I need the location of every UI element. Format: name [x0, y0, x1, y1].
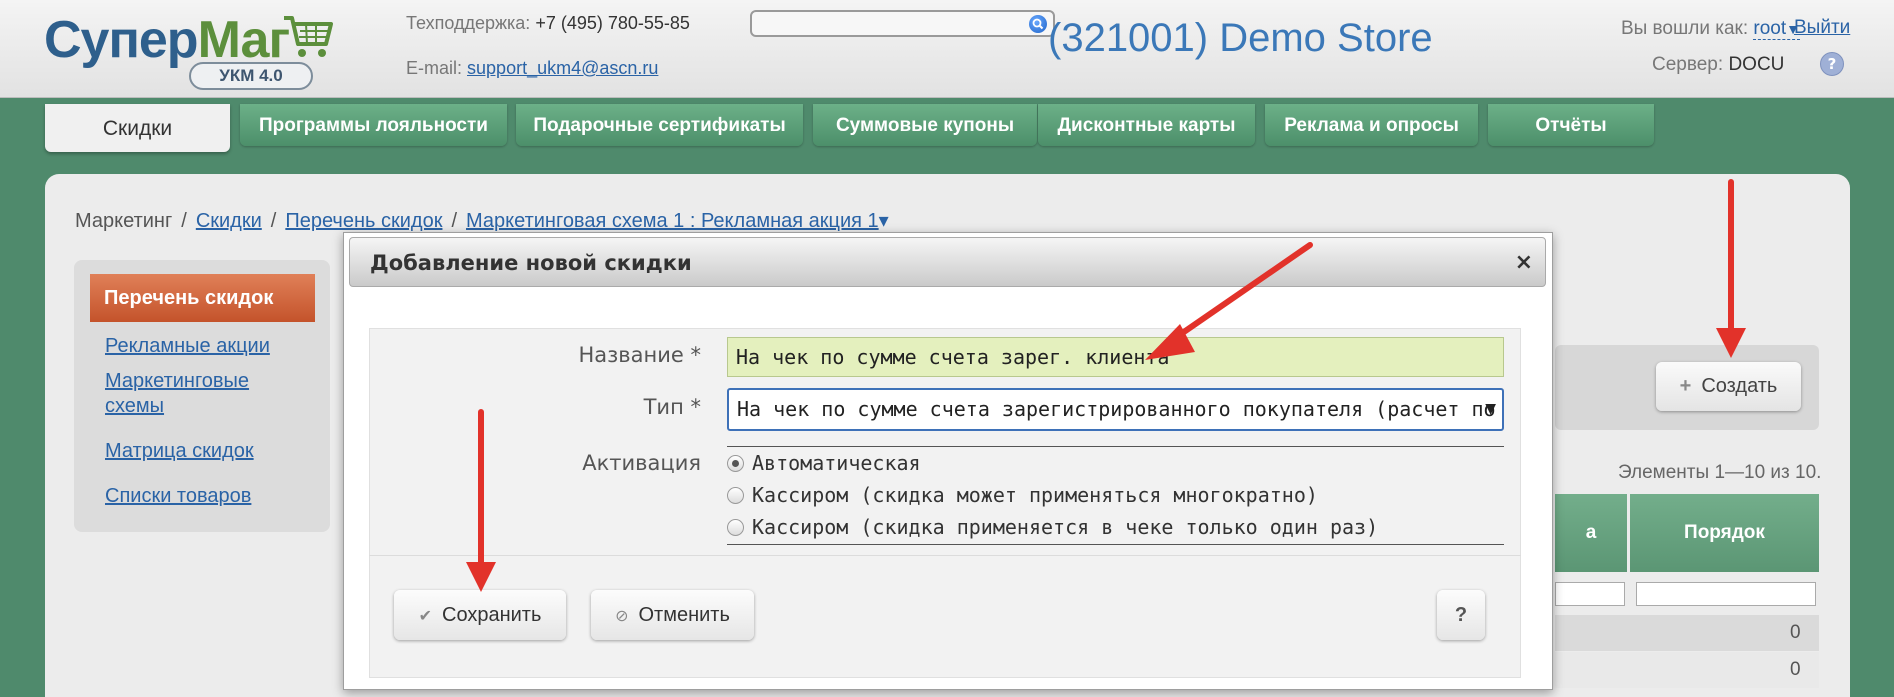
chevron-down-icon: ▼ [1485, 401, 1496, 417]
row-order-value: 0 [1790, 622, 1801, 643]
version-badge: УКМ 4.0 [189, 62, 313, 90]
tab-ads-surveys[interactable]: Реклама и опросы [1265, 104, 1478, 146]
logo-text: СуперМаг [44, 11, 290, 69]
create-button[interactable]: + Создать [1656, 362, 1801, 411]
sidebar-item-marketing-schemes[interactable]: Маркетинговые схемы [105, 369, 305, 419]
plus-icon: + [1679, 375, 1692, 397]
checkmark-icon: ✔ [418, 608, 432, 625]
activation-radio-group: Автоматическая Кассиром (скидка может пр… [727, 446, 1504, 545]
radio-auto[interactable]: Автоматическая [727, 451, 921, 475]
tab-gift-certificates[interactable]: Подарочные сертификаты [516, 104, 803, 146]
add-discount-dialog: Добавление новой скидки × Название * На … [343, 232, 1553, 690]
store-name: (321001) Demo Store [1048, 16, 1433, 60]
sidebar-item-product-lists[interactable]: Списки товаров [105, 484, 251, 509]
radio-cashier-multiple[interactable]: Кассиром (скидка может применяться много… [727, 483, 1318, 507]
type-label: Тип * [643, 395, 701, 419]
activation-label: Активация [582, 451, 701, 475]
shopping-cart-icon [284, 16, 333, 57]
radio-cashier-once[interactable]: Кассиром (скидка применяется в чеке толь… [727, 515, 1378, 539]
radio-button-checked[interactable] [727, 455, 744, 472]
sidebar-item-discount-matrix[interactable]: Матрица скидок [105, 439, 254, 464]
tab-discount-cards[interactable]: Дисконтные карты [1038, 104, 1255, 146]
table-header-order[interactable]: Порядок [1630, 494, 1819, 572]
close-icon[interactable]: × [1515, 238, 1533, 288]
cancel-button[interactable]: ⊘ Отменить [591, 590, 754, 640]
divider [369, 555, 1521, 556]
sidebar-item-ad-campaigns[interactable]: Рекламные акции [105, 334, 270, 359]
filter-input-order[interactable] [1636, 582, 1816, 606]
logout-link[interactable]: Выйти [1794, 17, 1850, 39]
tab-loyalty-programs[interactable]: Программы лояльности [240, 104, 507, 146]
dialog-title: Добавление новой скидки [370, 251, 692, 275]
table-header-partial[interactable]: а [1555, 494, 1627, 572]
user-menu[interactable]: root▼ [1753, 18, 1800, 40]
search-input[interactable] [750, 10, 1055, 37]
tab-sum-coupons[interactable]: Суммовые купоны [813, 104, 1037, 146]
tab-discounts[interactable]: Скидки [45, 104, 230, 152]
name-label: Название * [578, 343, 701, 367]
cancel-icon: ⊘ [615, 608, 629, 625]
breadcrumb-scheme[interactable]: Маркетинговая схема 1 : Рекламная акция … [466, 210, 879, 232]
name-field[interactable]: На чек по сумме счета зарег. клиента [727, 337, 1504, 377]
radio-button[interactable] [727, 519, 744, 536]
dialog-title-bar[interactable]: Добавление новой скидки × [349, 237, 1546, 287]
breadcrumb-discounts[interactable]: Скидки [196, 210, 262, 232]
search-icon[interactable] [1029, 15, 1047, 33]
table-row [1555, 652, 1819, 688]
row-order-value: 0 [1790, 659, 1801, 680]
table-row [1555, 615, 1819, 651]
type-select[interactable]: На чек по сумме счета зарегистрированног… [727, 388, 1504, 431]
breadcrumb: Маркетинг / Скидки / Перечень скидок / Маркети… [75, 210, 889, 232]
support-email-line: E-mail: support_ukm4@ascn.ru [406, 58, 659, 78]
support-email-link[interactable]: support_ukm4@ascn.ru [467, 58, 658, 78]
radio-button[interactable] [727, 487, 744, 504]
breadcrumb-discount-list[interactable]: Перечень скидок [285, 210, 442, 232]
tab-reports[interactable]: Отчёты [1488, 104, 1654, 146]
sidebar-item-discount-list[interactable]: Перечень скидок [90, 274, 315, 322]
chevron-down-icon[interactable]: ▾ [879, 210, 889, 232]
server-info: Сервер: DOCU [1652, 54, 1785, 75]
logo[interactable]: СуперМаг УКМ 4.0 [44, 10, 354, 90]
breadcrumb-root: Маркетинг [75, 210, 173, 232]
user-info: Вы вошли как: root▼ [1620, 18, 1800, 40]
items-count: Элементы 1—10 из 10. [1618, 462, 1822, 483]
help-icon[interactable]: ? [1820, 52, 1844, 76]
app-header: СуперМаг УКМ 4.0 Техподдержка: +7 (495) … [0, 0, 1894, 98]
support-phone-line: Техподдержка: +7 (495) 780-55-85 [406, 13, 690, 33]
save-button[interactable]: ✔ Сохранить [394, 590, 566, 640]
help-button[interactable]: ? [1437, 590, 1485, 640]
filter-input[interactable] [1555, 582, 1625, 606]
